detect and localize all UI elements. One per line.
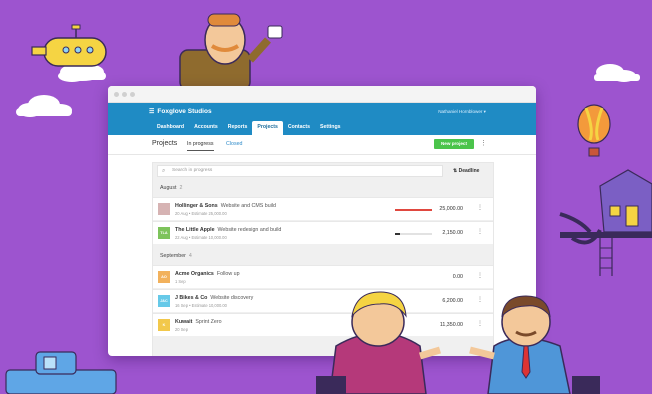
- woman-character: [316, 291, 442, 394]
- foreground-illustration: [316, 291, 600, 394]
- man-character: [469, 295, 600, 394]
